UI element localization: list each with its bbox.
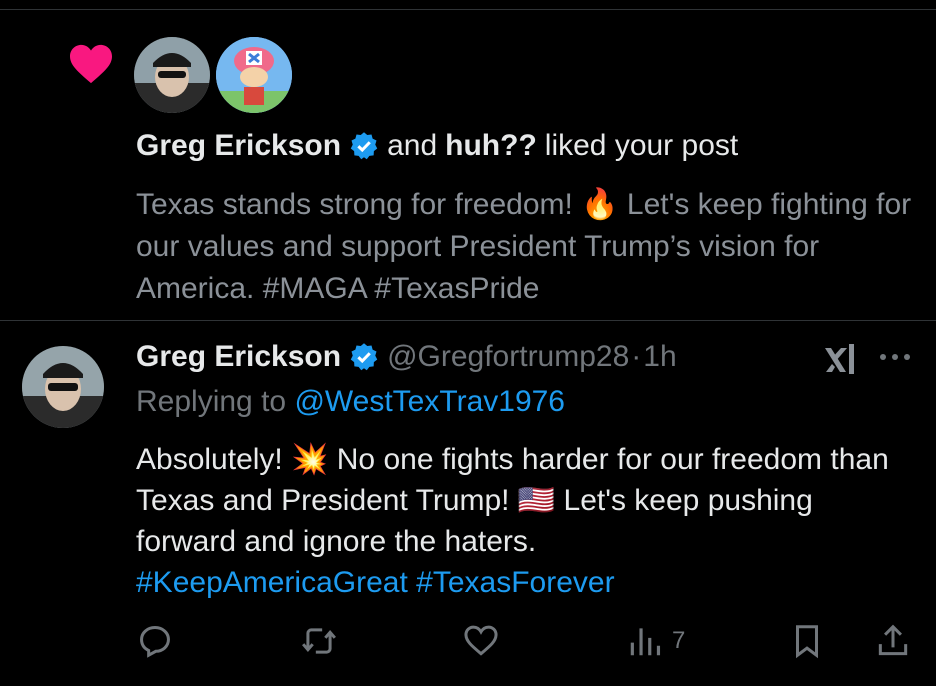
verified-badge-icon (350, 132, 378, 160)
hashtag-texasforever[interactable]: #TexasForever (416, 566, 614, 599)
verified-badge-icon (350, 343, 378, 371)
reply-button[interactable] (136, 622, 174, 660)
like-icon (464, 625, 498, 656)
views-button[interactable]: 7 (626, 622, 685, 660)
tweet-header: Greg Erickson @Gregfortrump28 · 1h (136, 340, 677, 374)
retweet-icon (302, 628, 336, 654)
liker-name-2[interactable]: huh?? (445, 129, 537, 163)
more-icon[interactable] (877, 350, 913, 364)
replying-to-label: Replying to (136, 385, 287, 418)
notification-divider (0, 320, 936, 321)
handle-separator: · (631, 340, 642, 373)
hashtag-keepamericagreat[interactable]: #KeepAmericaGreat (136, 566, 408, 599)
notification-connector: and (387, 129, 438, 162)
liker-name-1[interactable]: Greg Erickson (136, 129, 341, 163)
bookmark-button[interactable] (788, 622, 826, 660)
replying-to: Replying to @WestTexTrav1976 (136, 385, 565, 419)
tweet-body[interactable]: Absolutely! 💥 No one fights harder for o… (136, 439, 916, 603)
retweet-button[interactable] (300, 622, 338, 660)
tweet-author-name[interactable]: Greg Erickson (136, 340, 341, 374)
share-icon (878, 624, 908, 656)
tweet-avatar[interactable] (22, 346, 104, 428)
notification-action: liked your post (544, 129, 739, 162)
views-count: 7 (672, 627, 686, 654)
xai-grok-icon[interactable] (822, 340, 862, 380)
avatar-greg-erickson[interactable] (134, 37, 210, 113)
liked-post-text[interactable]: Texas stands strong for freedom! 🔥 Let's… (136, 184, 916, 310)
like-button[interactable] (462, 622, 500, 660)
replying-to-handle[interactable]: @WestTexTrav1976 (294, 385, 565, 418)
tweet-timestamp[interactable]: 1h (643, 340, 676, 374)
avatar-huh[interactable] (216, 37, 292, 113)
heart-icon (70, 44, 112, 84)
tweet-author-handle[interactable]: @Gregfortrump28 (387, 340, 629, 374)
tweet-text: Absolutely! 💥 No one fights harder for o… (136, 443, 889, 558)
share-button[interactable] (874, 622, 912, 660)
top-divider (0, 9, 936, 10)
bookmark-icon (795, 625, 819, 659)
views-icon (630, 628, 661, 656)
reply-icon (140, 626, 170, 658)
notification-summary: Greg Erickson and huh?? liked your post (136, 129, 738, 163)
